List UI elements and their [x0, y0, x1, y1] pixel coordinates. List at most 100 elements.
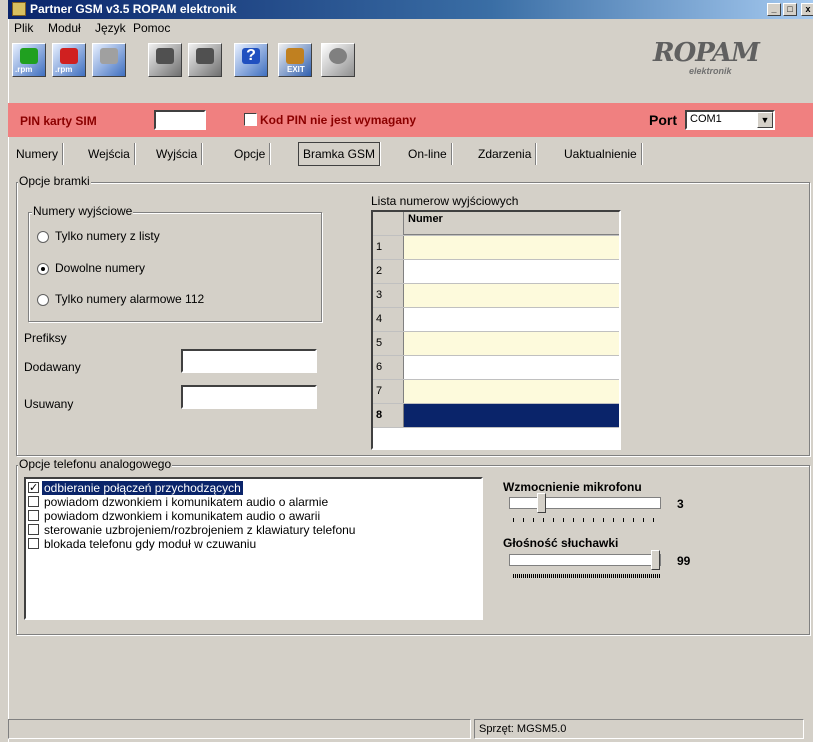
gateway-options-label: Opcje bramki: [18, 174, 91, 188]
number-cell[interactable]: [404, 236, 619, 259]
table-row[interactable]: 1: [373, 236, 619, 260]
radio-emergency-only[interactable]: [37, 294, 49, 306]
list-item[interactable]: ✓ odbieranie połączeń przychodzących: [28, 481, 479, 495]
save-rpm-button[interactable]: .rpm: [52, 43, 86, 77]
table-row[interactable]: 2: [373, 260, 619, 284]
port-value: COM1: [690, 113, 722, 125]
table-row[interactable]: 4: [373, 308, 619, 332]
help-button[interactable]: ?: [234, 43, 268, 77]
write-device-icon: [196, 48, 214, 64]
menu-language[interactable]: Język: [95, 21, 126, 35]
prefix-label: Prefiksy: [24, 331, 67, 345]
exit-button[interactable]: EXIT: [278, 43, 312, 77]
status-panel-left: [8, 719, 471, 739]
number-cell[interactable]: [404, 260, 619, 283]
menu-module[interactable]: Moduł: [48, 21, 81, 35]
number-list-table: Numer 1 2 3 4 5 6 7 8: [371, 210, 621, 450]
tab-numbers[interactable]: Numery: [12, 143, 64, 165]
upload-icon: [20, 48, 38, 64]
close-button[interactable]: x: [801, 3, 813, 16]
exit-door-icon: [286, 48, 304, 64]
settings-tools-button[interactable]: [92, 43, 126, 77]
list-item[interactable]: powiadom dzwonkiem i komunikatem audio o…: [28, 495, 479, 509]
chevron-down-icon[interactable]: ▼: [757, 112, 773, 128]
pin-label: PIN karty SIM: [20, 114, 97, 128]
analog-phone-label: Opcje telefonu analogowego: [18, 457, 173, 471]
removed-prefix-label: Usuwany: [24, 397, 74, 411]
list-item[interactable]: sterowanie uzbrojeniem/rozbrojeniem z kl…: [28, 523, 479, 537]
no-pin-checkbox[interactable]: [244, 113, 257, 126]
phone-options-list: ✓ odbieranie połączeń przychodzących powi…: [24, 477, 483, 620]
table-row[interactable]: 6: [373, 356, 619, 380]
table-header: Numer: [373, 212, 619, 236]
tab-update[interactable]: Uaktualnienie: [560, 143, 642, 165]
ropam-logo: ROPAM elektronik: [653, 38, 760, 76]
added-prefix-label: Dodawany: [24, 360, 81, 374]
tools-icon: [100, 48, 118, 64]
number-list-title: Lista numerow wyjściowych: [371, 194, 519, 208]
tab-gsm-gateway[interactable]: Bramka GSM: [298, 142, 381, 166]
radio-list-only[interactable]: [37, 231, 49, 243]
table-row[interactable]: 8: [373, 404, 619, 428]
help-icon: ?: [242, 48, 260, 64]
list-item[interactable]: powiadom dzwonkiem i komunikatem audio o…: [28, 509, 479, 523]
number-cell[interactable]: [404, 284, 619, 307]
antenna-icon: [329, 48, 347, 64]
menu-help[interactable]: Pomoc: [133, 21, 170, 35]
table-row[interactable]: 7: [373, 380, 619, 404]
minimize-button[interactable]: _: [767, 3, 781, 16]
read-module-button[interactable]: [148, 43, 182, 77]
option-checkbox[interactable]: ✓: [28, 482, 39, 494]
number-cell[interactable]: [404, 332, 619, 355]
option-checkbox[interactable]: [28, 496, 39, 507]
maximize-button[interactable]: □: [783, 3, 797, 16]
handset-volume-value: 99: [677, 554, 691, 568]
handset-volume-track: [509, 554, 661, 566]
table-row[interactable]: 5: [373, 332, 619, 356]
number-cell-selected[interactable]: [404, 404, 619, 427]
tab-online[interactable]: On-line: [404, 143, 452, 165]
table-row[interactable]: 3: [373, 284, 619, 308]
radio-list-only-label: Tylko numery z listy: [55, 229, 160, 243]
option-checkbox[interactable]: [28, 524, 39, 535]
mic-gain-slider[interactable]: [537, 493, 546, 513]
handset-volume-slider[interactable]: [651, 550, 660, 570]
online-button[interactable]: [321, 43, 355, 77]
load-rpm-button[interactable]: .rpm: [12, 43, 46, 77]
tab-outputs[interactable]: Wyjścia: [152, 143, 203, 165]
mic-gain-value: 3: [677, 497, 684, 511]
menu-file[interactable]: Plik: [14, 21, 33, 35]
radio-any-number[interactable]: [37, 263, 49, 275]
added-prefix-input[interactable]: [181, 349, 317, 373]
handset-volume-label: Głośność słuchawki: [503, 536, 619, 550]
window-title: Partner GSM v3.5 ROPAM elektronik: [30, 2, 237, 16]
app-icon: [12, 2, 26, 16]
menu-bar: Plik Moduł Język Pomoc: [8, 19, 813, 37]
number-cell[interactable]: [404, 380, 619, 403]
option-checkbox[interactable]: [28, 538, 39, 549]
port-label: Port: [649, 112, 677, 128]
title-bar[interactable]: Partner GSM v3.5 ROPAM elektronik _ □ x: [8, 0, 813, 19]
status-bar: Sprzęt: MGSM5.0: [8, 716, 813, 742]
number-cell[interactable]: [404, 356, 619, 379]
write-module-button[interactable]: [188, 43, 222, 77]
no-pin-label: Kod PIN nie jest wymagany: [260, 113, 417, 127]
radio-emergency-only-label: Tylko numery alarmowe 112: [55, 292, 205, 306]
download-icon: [60, 48, 78, 64]
tab-inputs[interactable]: Wejścia: [84, 143, 135, 165]
number-cell[interactable]: [404, 308, 619, 331]
mic-gain-ticks: [513, 518, 660, 522]
mic-gain-track: [509, 497, 661, 509]
column-header-number[interactable]: Numer: [404, 212, 619, 235]
removed-prefix-input[interactable]: [181, 385, 317, 409]
tab-events[interactable]: Zdarzenia: [474, 143, 537, 165]
option-checkbox[interactable]: [28, 510, 39, 521]
radio-any-number-label: Dowolne numery: [55, 261, 146, 275]
status-hardware: Sprzęt: MGSM5.0: [474, 719, 804, 739]
pin-input[interactable]: [154, 110, 206, 130]
pin-bar: PIN karty SIM Kod PIN nie jest wymagany …: [8, 103, 813, 137]
list-item[interactable]: blokada telefonu gdy moduł w czuwaniu: [28, 537, 479, 551]
read-device-icon: [156, 48, 174, 64]
port-select[interactable]: COM1 ▼: [685, 110, 775, 130]
tab-options[interactable]: Opcje: [230, 143, 271, 165]
